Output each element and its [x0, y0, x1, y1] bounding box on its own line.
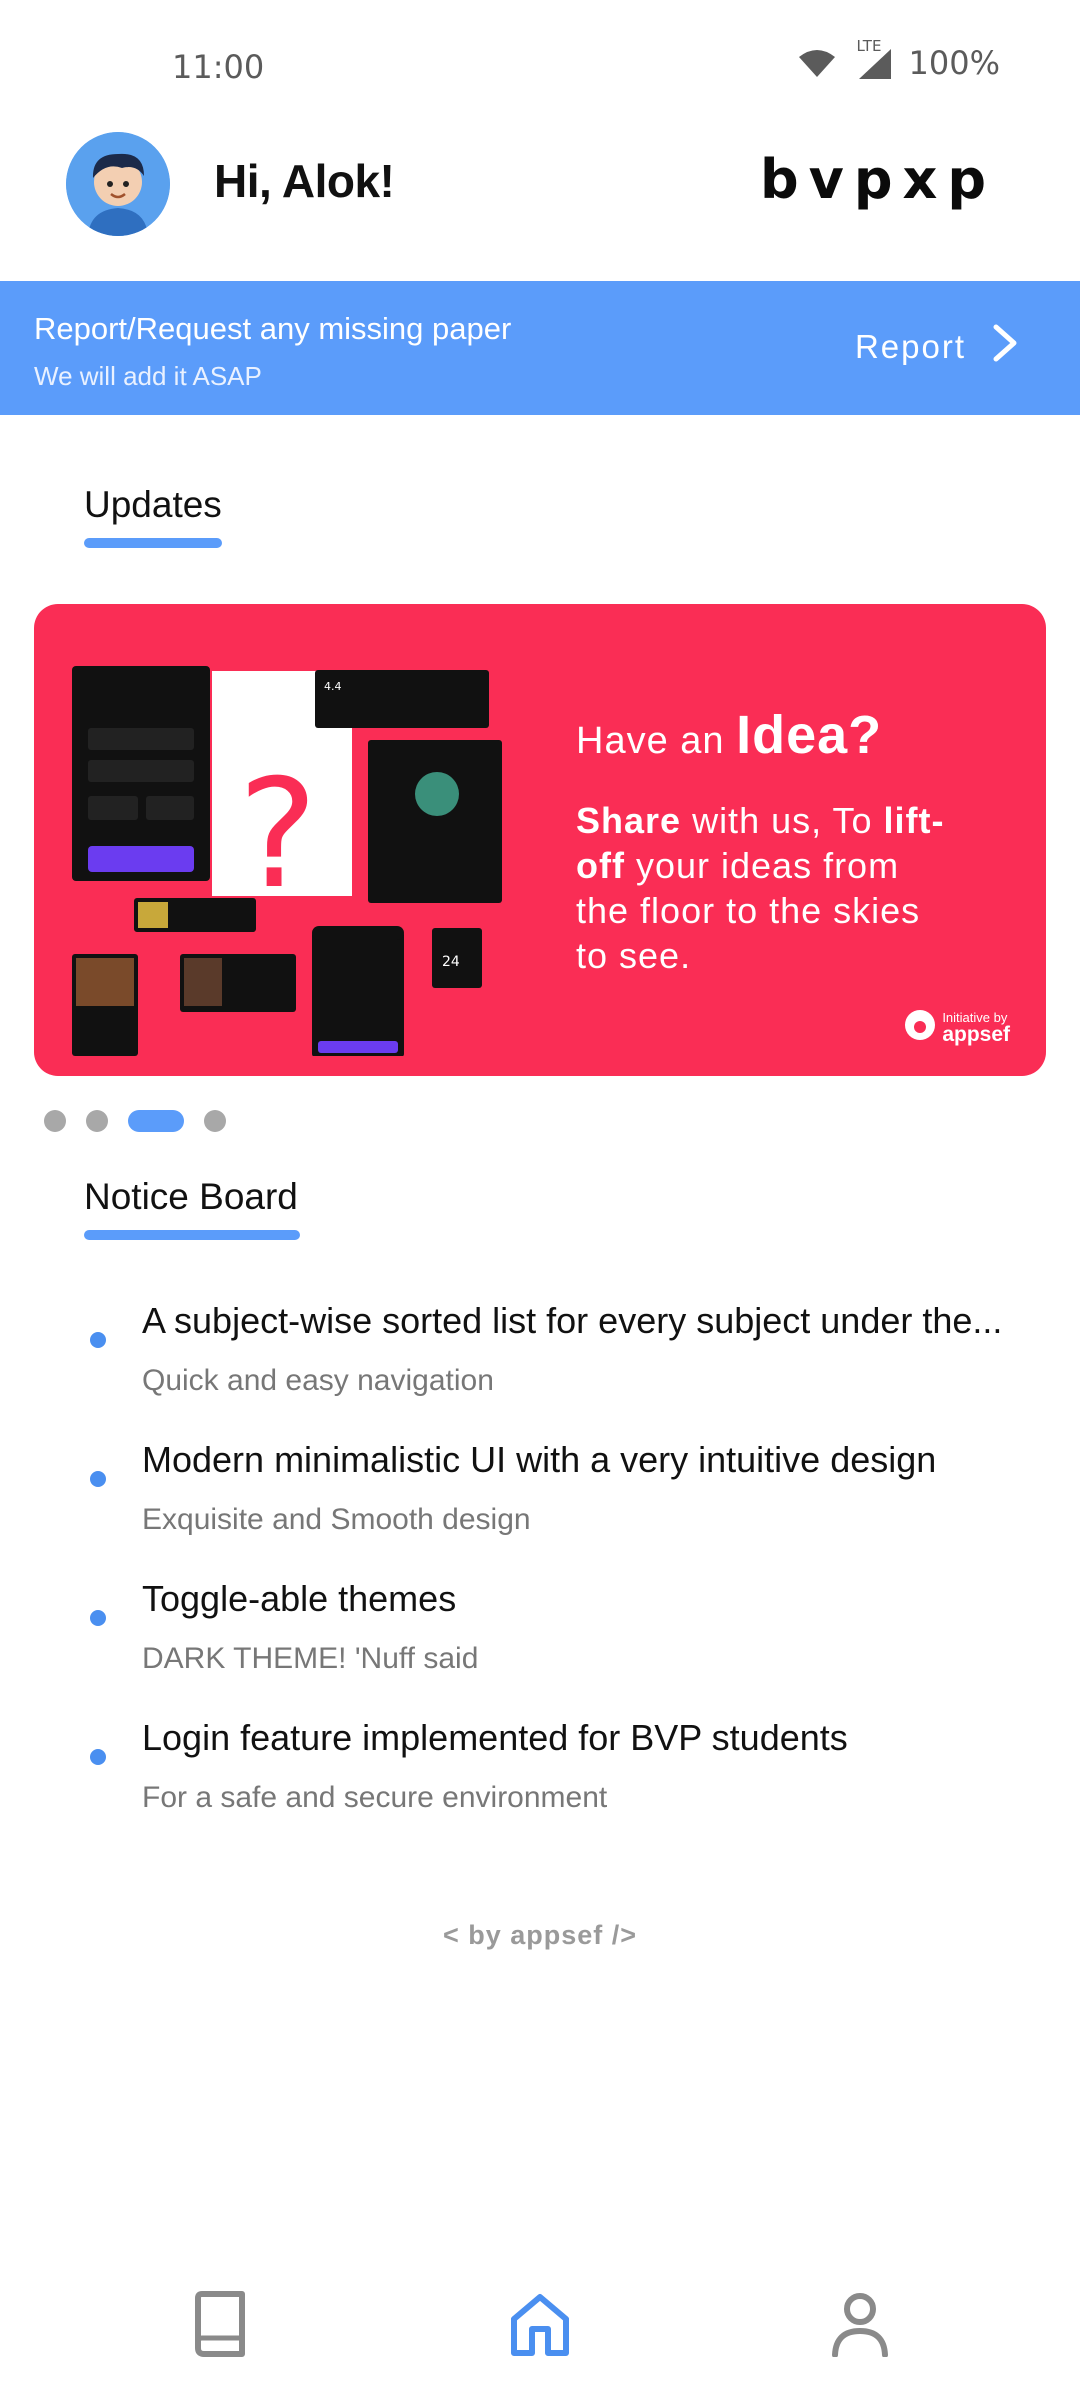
notice-board-heading: Notice Board: [84, 1176, 300, 1240]
network-label: LTE: [856, 37, 882, 55]
bottom-navigation: [0, 2260, 1080, 2400]
slide-headline: Have an Idea?: [576, 704, 882, 766]
app-logo: bvpxp: [760, 148, 996, 211]
header: Hi, Alok! bvpxp: [0, 128, 1080, 278]
report-banner-subtitle: We will add it ASAP: [34, 361, 262, 391]
greeting: Hi, Alok!: [214, 155, 395, 207]
bullet-icon: [90, 1610, 106, 1626]
appsef-brand: Initiative by appsef: [904, 1009, 1010, 1046]
updates-heading-label: Updates: [84, 484, 222, 525]
home-icon: [508, 2291, 572, 2362]
bullet-icon: [90, 1749, 106, 1765]
book-icon: [190, 2290, 250, 2363]
status-time: 11:00: [172, 48, 265, 86]
app-mockup-illustration: 4.4 24 ?: [72, 666, 502, 1056]
notice-subtitle: For a safe and secure environment: [142, 1781, 608, 1814]
slide-headline-prefix: Have an: [576, 720, 725, 762]
notice-board-underline: [84, 1230, 300, 1240]
svg-text:24: 24: [442, 954, 460, 970]
chevron-right-icon: [992, 323, 1018, 371]
footer-credit: < by appsef />: [442, 1920, 638, 1950]
updates-heading: Updates: [84, 484, 222, 548]
notice-subtitle: Exquisite and Smooth design: [142, 1503, 531, 1536]
update-slide-card[interactable]: 4.4 24 ? Have an Idea? Share with us, To…: [34, 604, 1046, 1076]
pagination-dot-active[interactable]: [128, 1110, 184, 1132]
updates-underline: [84, 538, 222, 548]
avatar[interactable]: [66, 132, 170, 236]
notice-item[interactable]: Login feature implemented for BVP studen…: [88, 1717, 1028, 1856]
nav-home-button[interactable]: [500, 2286, 580, 2366]
pagination-dot[interactable]: [86, 1110, 108, 1132]
status-bar: 11:00 LTE 100%: [0, 0, 1080, 120]
slide-body-rest2: your ideas from the floor to the skies t…: [576, 845, 921, 976]
pagination-dot[interactable]: [204, 1110, 226, 1132]
report-banner[interactable]: Report/Request any missing paper We will…: [0, 281, 1080, 415]
appsef-name: appsef: [942, 1022, 1010, 1046]
report-button-label: Report: [854, 328, 966, 365]
notice-subtitle: DARK THEME! 'Nuff said: [142, 1642, 479, 1675]
notice-list: A subject-wise sorted list for every sub…: [88, 1300, 1028, 1856]
bullet-icon: [90, 1471, 106, 1487]
status-icons: LTE 100%: [797, 37, 1000, 82]
slide-body-bold1: Share: [576, 800, 682, 841]
notice-title: A subject-wise sorted list for every sub…: [142, 1300, 1003, 1341]
svg-text:?: ?: [238, 748, 318, 922]
notice-board-heading-label: Notice Board: [84, 1176, 298, 1217]
notice-title: Toggle-able themes: [142, 1578, 457, 1619]
pagination-dot[interactable]: [44, 1110, 66, 1132]
slider-pagination: [44, 1110, 226, 1132]
svg-text:4.4: 4.4: [324, 680, 342, 693]
notice-item[interactable]: A subject-wise sorted list for every sub…: [88, 1300, 1028, 1439]
notice-title: Login feature implemented for BVP studen…: [142, 1717, 848, 1758]
slide-headline-emphasis: Idea?: [736, 705, 883, 765]
notice-title: Modern minimalistic UI with a very intui…: [142, 1439, 937, 1480]
nav-profile-button[interactable]: [820, 2286, 900, 2366]
nav-library-button[interactable]: [180, 2286, 260, 2366]
notice-item[interactable]: Modern minimalistic UI with a very intui…: [88, 1439, 1028, 1578]
report-banner-title: Report/Request any missing paper: [34, 311, 512, 346]
appsef-logo-icon: [904, 1009, 936, 1046]
slide-body-rest1: with us, To: [681, 800, 884, 841]
battery-level: 100%: [908, 44, 1000, 82]
notice-subtitle: Quick and easy navigation: [142, 1364, 494, 1397]
notice-item[interactable]: Toggle-able themes DARK THEME! 'Nuff sai…: [88, 1578, 1028, 1717]
profile-icon: [830, 2291, 890, 2362]
bullet-icon: [90, 1332, 106, 1348]
slide-body: Share with us, To lift-off your ideas fr…: [576, 798, 956, 978]
wifi-icon: [797, 47, 837, 79]
signal-icon: LTE: [851, 37, 895, 81]
report-button[interactable]: Report: [855, 323, 1018, 371]
